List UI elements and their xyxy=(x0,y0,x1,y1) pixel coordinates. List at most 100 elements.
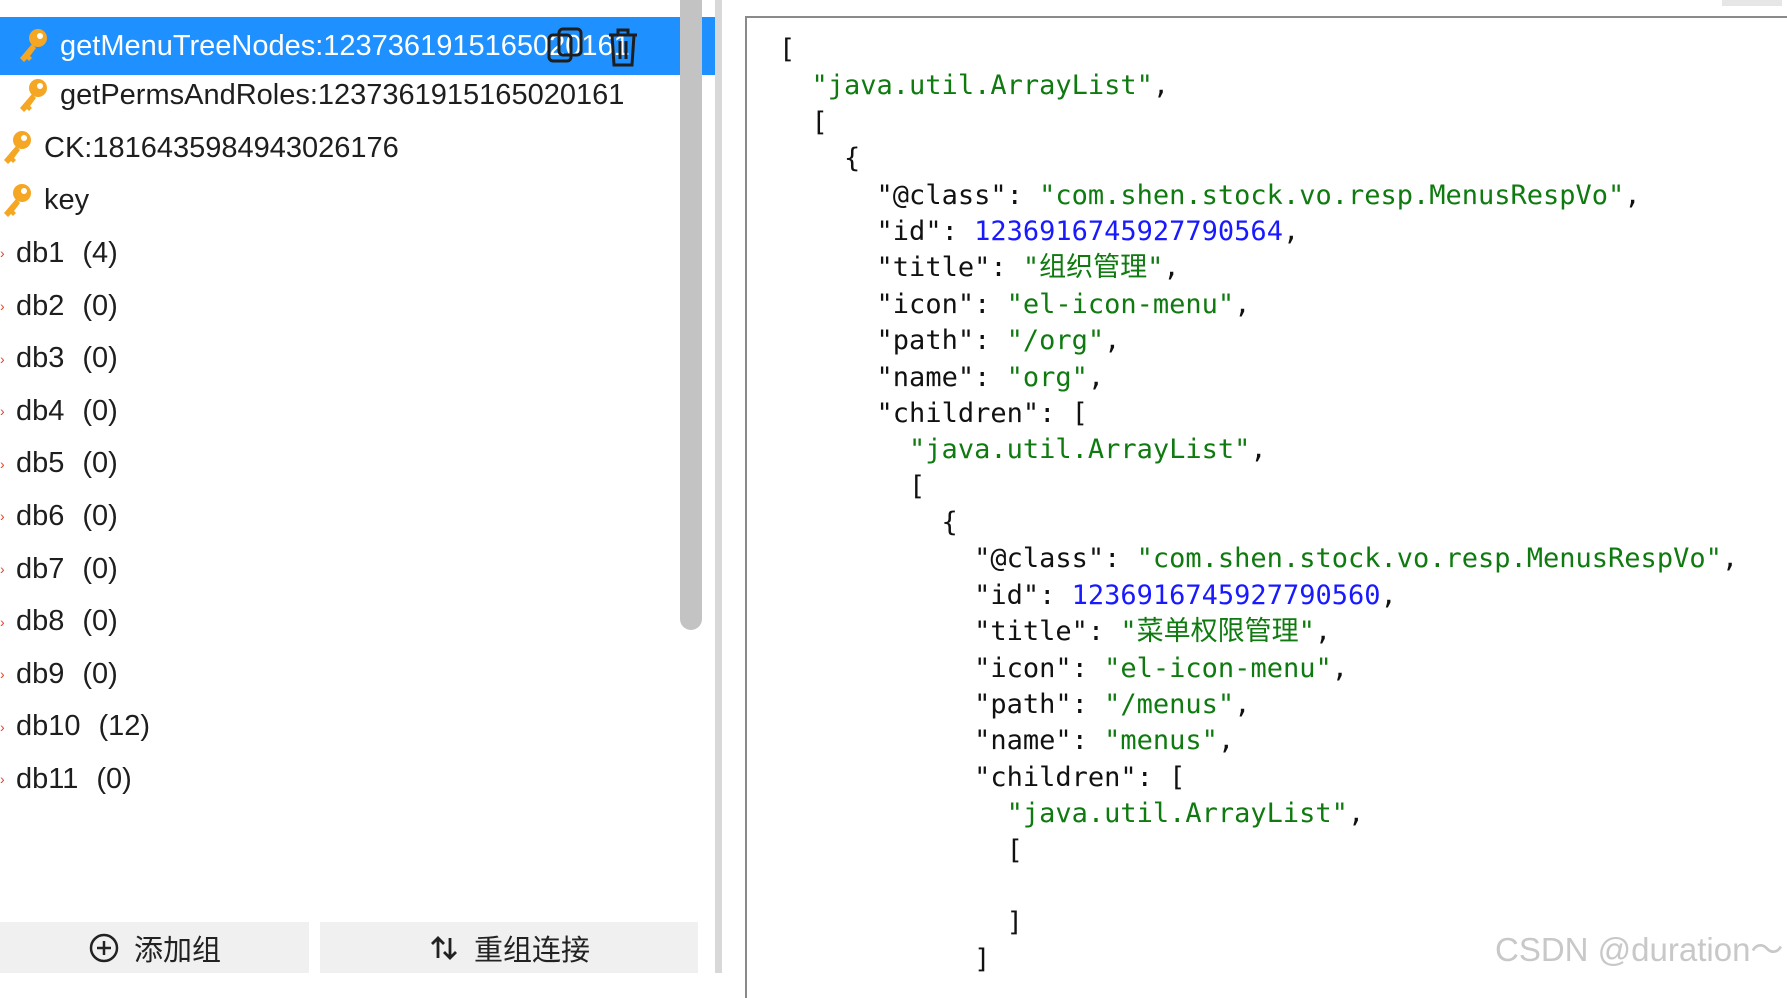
json-punct: , xyxy=(1331,652,1348,684)
json-line: "icon": "el-icon-menu", xyxy=(779,287,1738,323)
expand-caret-icon[interactable]: › xyxy=(0,666,12,682)
json-punct: , xyxy=(1624,179,1641,211)
db-key-count: (0) xyxy=(82,605,118,638)
expand-caret-icon[interactable]: › xyxy=(0,298,12,314)
reconnect-label: 重组连接 xyxy=(473,932,590,967)
json-line: "@class": "com.shen.stock.vo.resp.MenusR… xyxy=(779,541,1738,577)
json-key: "path" xyxy=(974,689,1072,721)
json-punct: , xyxy=(1104,325,1121,357)
json-key: "icon" xyxy=(974,652,1072,684)
json-punct xyxy=(779,180,877,211)
json-line: "id": 1236916745927790560, xyxy=(779,578,1738,614)
json-punct: : xyxy=(974,361,1007,393)
json-punct xyxy=(779,762,974,793)
tree-key-item[interactable]: getPermsAndRoles:1237361915165020161 xyxy=(0,70,715,122)
tree-scrollbar-thumb[interactable] xyxy=(680,0,702,630)
json-string: "/menus" xyxy=(1104,689,1235,721)
expand-caret-icon[interactable]: › xyxy=(0,719,12,735)
tree-db-item[interactable]: › db9 (0) xyxy=(0,646,715,702)
json-number: 1236916745927790564 xyxy=(974,215,1283,247)
db-name: db4 xyxy=(16,394,65,427)
expand-caret-icon[interactable]: › xyxy=(0,456,12,472)
json-punct: : xyxy=(1071,652,1105,684)
db-name: db5 xyxy=(16,447,65,480)
json-punct xyxy=(779,216,877,247)
tree-db-item[interactable]: › db7 (0) xyxy=(0,541,715,597)
json-value-view[interactable]: [ "java.util.ArrayList", [ { "@class": "… xyxy=(779,32,1738,978)
json-line: "children": [ xyxy=(779,760,1738,796)
tree-key-item[interactable]: key xyxy=(0,175,715,227)
json-key: "@class" xyxy=(876,179,1007,211)
json-punct: , xyxy=(1217,725,1235,757)
tree-db-item[interactable]: › db1 (4) xyxy=(0,225,715,281)
json-key: "@class" xyxy=(974,543,1105,575)
json-line: "path": "/menus", xyxy=(779,687,1738,723)
tree-key-label: key xyxy=(44,184,90,217)
add-group-button[interactable]: 添加组 xyxy=(0,922,309,973)
tree-db-item[interactable]: › db11 (0) xyxy=(0,751,715,807)
json-key: "icon" xyxy=(876,288,975,320)
tree-db-item[interactable]: › db4 (0) xyxy=(0,383,715,439)
json-punct: : xyxy=(974,288,1007,320)
tree-key-item[interactable]: CK:1816435984943026176 xyxy=(0,122,715,174)
json-line: "name": "menus", xyxy=(779,723,1738,759)
value-editor[interactable]: [ "java.util.ArrayList", [ { "@class": "… xyxy=(745,16,1787,998)
json-string: "org" xyxy=(1006,361,1088,393)
connection-tree-panel: getMenuTreeNodes:1237361915165020161 getP… xyxy=(0,0,715,973)
expand-caret-icon[interactable]: › xyxy=(0,403,12,419)
json-key: "title" xyxy=(974,616,1088,648)
json-string: "com.shen.stock.vo.resp.MenusRespVo" xyxy=(1039,179,1625,211)
expand-caret-icon[interactable]: › xyxy=(0,561,12,577)
db-key-count: (0) xyxy=(82,657,118,690)
json-punct: , xyxy=(1282,215,1300,247)
json-punct: : xyxy=(1087,616,1121,648)
expand-caret-icon[interactable]: › xyxy=(0,351,12,367)
tree-db-item[interactable]: › db8 (0) xyxy=(0,594,715,650)
json-punct xyxy=(779,434,909,465)
expand-caret-icon[interactable]: › xyxy=(0,245,12,261)
json-punct: : xyxy=(1006,179,1040,211)
db-key-count: (0) xyxy=(82,499,118,532)
json-punct xyxy=(779,616,974,647)
json-line: "path": "/org", xyxy=(779,323,1738,359)
json-line: [ xyxy=(779,469,1738,505)
json-punct: : xyxy=(1071,689,1105,721)
json-string: "java.util.ArrayList" xyxy=(909,434,1251,466)
db-name: db9 xyxy=(16,657,65,690)
tree-db-item[interactable]: › db2 (0) xyxy=(0,278,715,334)
json-key: "name" xyxy=(974,725,1072,757)
db-name: db10 xyxy=(16,710,81,743)
json-line: "children": [ xyxy=(779,396,1738,432)
copy-key-icon[interactable] xyxy=(545,25,585,69)
json-key: "path" xyxy=(876,325,975,357)
json-string: "java.util.ArrayList" xyxy=(1006,798,1348,830)
db-key-count: (0) xyxy=(82,289,118,322)
json-string: "el-icon-menu" xyxy=(1006,288,1235,320)
json-line: { xyxy=(779,141,1738,177)
expand-caret-icon[interactable]: › xyxy=(0,771,12,787)
db-key-count: (4) xyxy=(82,236,118,269)
key-icon xyxy=(16,76,50,116)
json-punct xyxy=(779,325,877,356)
json-punct: [ xyxy=(779,834,1023,866)
json-punct xyxy=(779,543,974,574)
expand-caret-icon[interactable]: › xyxy=(0,508,12,524)
expand-caret-icon[interactable]: › xyxy=(0,614,12,630)
json-punct: : xyxy=(1071,725,1105,757)
json-punct: , xyxy=(1163,252,1180,284)
delete-key-icon[interactable] xyxy=(603,25,643,69)
db-name: db11 xyxy=(16,762,79,795)
tree-db-item[interactable]: › db10 (12) xyxy=(0,699,715,755)
tree-db-item[interactable]: › db5 (0) xyxy=(0,436,715,492)
db-name: db6 xyxy=(16,499,65,532)
panel-splitter[interactable] xyxy=(715,0,722,973)
tree-db-item[interactable]: › db6 (0) xyxy=(0,488,715,544)
json-punct: , xyxy=(1314,616,1332,648)
tree-db-item[interactable]: › db3 (0) xyxy=(0,331,715,387)
json-punct: [ xyxy=(779,34,796,65)
db-name: db3 xyxy=(16,342,65,375)
json-punct: , xyxy=(1234,689,1251,721)
tree-key-item[interactable]: getMenuTreeNodes:1237361915165020161 xyxy=(0,17,715,75)
json-punct: [ xyxy=(779,106,828,138)
reconnect-button[interactable]: 重组连接 xyxy=(320,922,698,973)
